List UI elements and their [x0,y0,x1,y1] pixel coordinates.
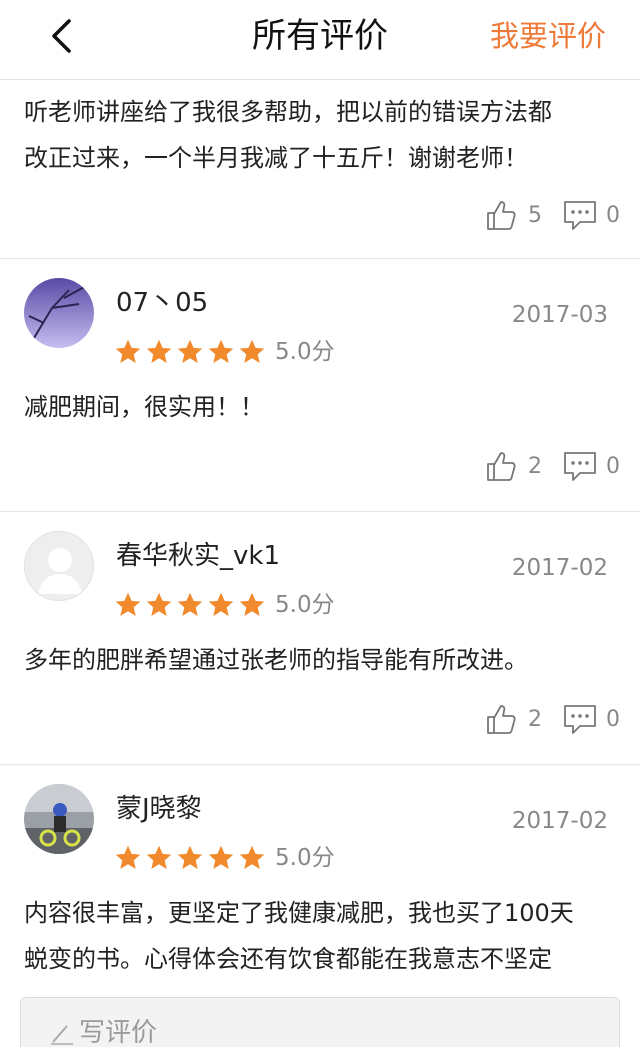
comment-icon[interactable] [562,701,598,737]
avatar [24,784,94,854]
avatar [24,531,94,601]
username: 春华秋实_vk1 [116,541,280,571]
review-content: 减肥期间，很实用！！ [24,384,624,430]
rating-score: 5.0分 [275,592,335,618]
pencil-icon [51,1025,73,1045]
star-icon [146,592,172,616]
review-content-line: 减肥期间，很实用！！ [24,393,264,421]
star-icon [115,339,141,363]
star-icon [239,592,265,616]
star-icon [239,339,265,363]
default-user-icon [38,548,82,594]
username: 07丶05 [116,288,209,318]
rating-score: 5.0分 [275,339,335,365]
review-content-line: 内容很丰富，更坚定了我健康减肥，我也买了100天 [24,899,574,927]
star-icon [239,845,265,869]
thumbs-up-icon[interactable] [484,448,520,484]
like-count: 2 [528,453,542,479]
review-content-line: 改正过来，一个半月我减了十五斤！谢谢老师！ [24,144,528,172]
review-card: 听老师讲座给了我很多帮助，把以前的错误方法都 改正过来，一个半月我减了十五斤！谢… [0,81,640,259]
review-card: 春华秋实_vk1 2017-02 5.0分 多年的肥胖希望通过张老师的指导能有所… [0,513,640,765]
star-rating: 5.0分 [114,337,335,367]
review-date: 2017-02 [511,808,608,834]
review-content-line: 多年的肥胖希望通过张老师的指导能有所改进。 [24,646,528,674]
star-icon [177,339,203,363]
star-icon [115,845,141,869]
star-rating: 5.0分 [114,843,335,873]
top-nav-bar: 所有评价 我要评价 [0,0,640,80]
avatar [24,278,94,348]
write-review-input[interactable]: 写评价 [20,997,620,1047]
thumbs-up-icon[interactable] [484,197,520,233]
comment-count: 0 [606,706,620,732]
review-content: 内容很丰富，更坚定了我健康减肥，我也买了100天 蜕变的书。心得体会还有饮食都能… [24,890,624,982]
review-content-line: 蜕变的书。心得体会还有饮食都能在我意志不坚定 [24,945,552,973]
thumbs-up-icon[interactable] [484,701,520,737]
comment-count: 0 [606,202,620,228]
star-icon [208,845,234,869]
star-icon [146,845,172,869]
rating-score: 5.0分 [275,845,335,871]
review-actions: 5 0 [484,195,620,235]
write-review-link[interactable]: 我要评价 [490,16,606,56]
star-icon [146,339,172,363]
username: 蒙J晓黎 [116,794,202,824]
comment-icon[interactable] [562,448,598,484]
review-card: 07丶05 2017-03 5.0分 减肥期间，很实用！！ 2 0 [0,260,640,512]
review-content-line: 听老师讲座给了我很多帮助，把以前的错误方法都 [24,98,552,126]
star-rating: 5.0分 [114,590,335,620]
write-review-placeholder: 写评价 [79,1018,158,1047]
star-icon [208,592,234,616]
review-date: 2017-02 [511,555,608,581]
star-icon [208,339,234,363]
review-actions: 2 0 [484,699,620,739]
comment-icon[interactable] [562,197,598,233]
star-icon [177,845,203,869]
star-icon [177,592,203,616]
comment-count: 0 [606,453,620,479]
like-count: 2 [528,706,542,732]
review-content: 多年的肥胖希望通过张老师的指导能有所改进。 [24,637,624,683]
star-icon [115,592,141,616]
review-date: 2017-03 [511,302,608,328]
like-count: 5 [528,202,542,228]
review-content: 听老师讲座给了我很多帮助，把以前的错误方法都 改正过来，一个半月我减了十五斤！谢… [24,89,624,181]
review-actions: 2 0 [484,446,620,486]
